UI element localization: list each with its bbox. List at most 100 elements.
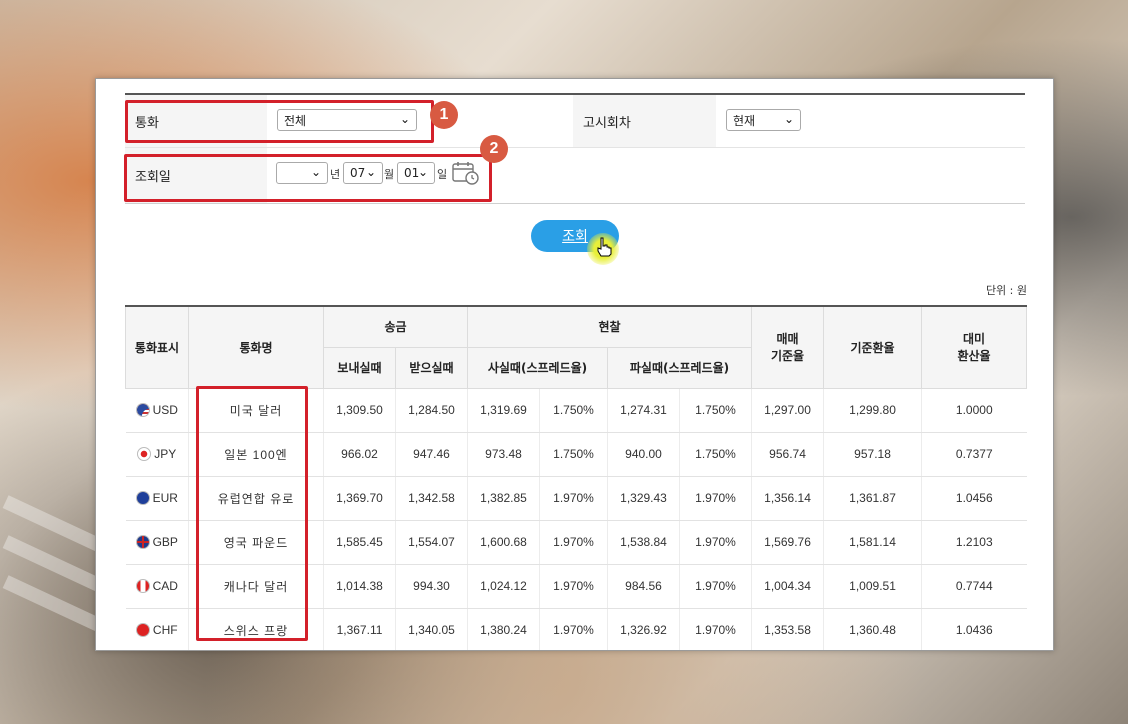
- exchange-rate-panel: 통화 전체 ⌄ 고시회차 현재 ⌄ 조회일 ⌄ 년 07 ⌄ 월 01 ⌄ 일 …: [95, 78, 1054, 651]
- step-badge-1: 1: [430, 101, 458, 129]
- cash-sell-cell: 1,329.43: [607, 476, 680, 521]
- currency-code: CAD: [152, 579, 178, 593]
- header-sell: 파실때(스프레드율): [606, 346, 753, 389]
- base-rate-cell: 1,581.14: [823, 520, 922, 565]
- us-flag-icon: [135, 403, 150, 417]
- header-send: 보내실때: [323, 346, 396, 389]
- header-usd-ratio-line2: 환산율: [957, 349, 991, 364]
- cash-buy-cell: 973.48: [467, 432, 540, 477]
- header-trade-base-line1: 매매: [776, 332, 799, 347]
- cash-sell-cell: 1,274.31: [607, 388, 680, 433]
- cash-buy-spread-cell: 1.970%: [539, 476, 608, 521]
- send-rate-cell: 1,585.45: [323, 520, 396, 565]
- receive-rate-cell: 947.46: [395, 432, 468, 477]
- header-remit: 송금: [323, 305, 468, 348]
- cash-sell-spread-cell: 1.970%: [678, 476, 752, 521]
- receive-rate-cell: 1,284.50: [395, 388, 468, 433]
- currency-code-cell: GBP: [125, 520, 189, 565]
- base-rate-cell: 1,009.51: [823, 564, 922, 609]
- base-rate-cell: 957.18: [823, 432, 922, 477]
- currency-code-wrap: USD: [126, 403, 189, 417]
- trade-base-rate-cell: 1,353.58: [751, 608, 824, 650]
- send-rate-cell: 1,014.38: [323, 564, 396, 609]
- cash-sell-cell: 940.00: [607, 432, 680, 477]
- cash-buy-cell: 1,024.12: [467, 564, 540, 609]
- cash-sell-cell: 1,538.84: [607, 520, 680, 565]
- header-receive: 받으실때: [395, 346, 468, 389]
- currency-code-cell: JPY: [125, 432, 189, 477]
- currency-code: GBP: [152, 535, 178, 549]
- cash-buy-cell: 1,382.85: [467, 476, 540, 521]
- send-rate-cell: 1,309.50: [323, 388, 396, 433]
- usd-ratio-cell: 0.7744: [921, 564, 1027, 609]
- trade-base-rate-cell: 1,569.76: [751, 520, 824, 565]
- highlight-box-currency: [125, 100, 434, 143]
- notice-select-value: 현재: [733, 113, 756, 128]
- base-rate-cell: 1,360.48: [823, 608, 922, 650]
- notice-select[interactable]: 현재 ⌄: [726, 109, 801, 131]
- jp-flag-icon: [137, 447, 152, 461]
- currency-code-cell: EUR: [125, 476, 189, 521]
- step-badge-2: 2: [480, 135, 508, 163]
- cash-buy-cell: 1,600.68: [467, 520, 540, 565]
- eu-flag-icon: [135, 491, 150, 505]
- receive-rate-cell: 1,342.58: [395, 476, 468, 521]
- trade-base-rate-cell: 1,004.34: [751, 564, 824, 609]
- usd-ratio-cell: 1.0436: [921, 608, 1027, 650]
- trade-base-rate-cell: 1,356.14: [751, 476, 824, 521]
- cash-sell-spread-cell: 1.750%: [678, 388, 752, 433]
- chevron-down-icon: ⌄: [783, 112, 794, 126]
- usd-ratio-cell: 1.0000: [921, 388, 1027, 433]
- cash-buy-cell: 1,380.24: [467, 608, 540, 650]
- header-base-rate: 기준환율: [823, 305, 923, 389]
- cash-buy-spread-cell: 1.750%: [539, 432, 608, 477]
- trade-base-rate-cell: 1,297.00: [751, 388, 824, 433]
- trade-base-rate-cell: 956.74: [751, 432, 824, 477]
- header-trade-base: 매매 기준율: [751, 305, 825, 389]
- usd-ratio-cell: 1.2103: [921, 520, 1027, 565]
- usd-ratio-cell: 1.0456: [921, 476, 1027, 521]
- receive-rate-cell: 1,554.07: [395, 520, 468, 565]
- highlight-box-currency-names: [196, 386, 308, 641]
- header-usd-ratio-line1: 대미: [962, 332, 986, 347]
- currency-code: JPY: [154, 447, 177, 461]
- cash-buy-spread-cell: 1.750%: [539, 388, 608, 433]
- header-cash: 현찰: [466, 305, 753, 348]
- header-usd-ratio: 대미 환산율: [921, 305, 1028, 389]
- cash-buy-cell: 1,319.69: [467, 388, 540, 433]
- currency-code-wrap: CAD: [126, 579, 189, 593]
- cash-buy-spread-cell: 1.970%: [539, 608, 608, 650]
- notice-label: 고시회차: [573, 95, 716, 147]
- header-code: 통화표시: [125, 305, 189, 389]
- ca-flag-icon: [135, 579, 150, 593]
- header-buy: 사실때(스프레드율): [467, 346, 608, 389]
- usd-ratio-cell: 0.7377: [921, 432, 1027, 477]
- currency-code-wrap: GBP: [126, 535, 189, 549]
- base-rate-cell: 1,299.80: [823, 388, 922, 433]
- currency-code-wrap: CHF: [126, 623, 189, 637]
- highlight-box-date: [124, 154, 492, 202]
- send-rate-cell: 1,367.11: [323, 608, 396, 650]
- cash-sell-spread-cell: 1.750%: [678, 432, 752, 477]
- cash-sell-cell: 1,326.92: [607, 608, 680, 650]
- hand-cursor-icon: [596, 237, 612, 260]
- gb-flag-icon: [135, 535, 150, 549]
- cash-sell-spread-cell: 1.970%: [678, 564, 752, 609]
- cash-sell-spread-cell: 1.970%: [678, 520, 752, 565]
- ch-flag-icon: [135, 623, 150, 637]
- send-rate-cell: 966.02: [323, 432, 396, 477]
- cash-buy-spread-cell: 1.970%: [539, 564, 608, 609]
- receive-rate-cell: 994.30: [395, 564, 468, 609]
- currency-code: EUR: [152, 491, 178, 505]
- unit-label: 단위 : 원: [985, 284, 1027, 297]
- currency-code-wrap: JPY: [126, 447, 189, 461]
- cash-sell-spread-cell: 1.970%: [678, 608, 752, 650]
- currency-code-cell: CAD: [125, 564, 189, 609]
- currency-code-cell: CHF: [125, 608, 189, 650]
- send-rate-cell: 1,369.70: [323, 476, 396, 521]
- currency-code-cell: USD: [125, 388, 189, 433]
- currency-code-wrap: EUR: [126, 491, 189, 505]
- receive-rate-cell: 1,340.05: [395, 608, 468, 650]
- currency-code: CHF: [152, 623, 178, 637]
- currency-code: USD: [152, 403, 178, 417]
